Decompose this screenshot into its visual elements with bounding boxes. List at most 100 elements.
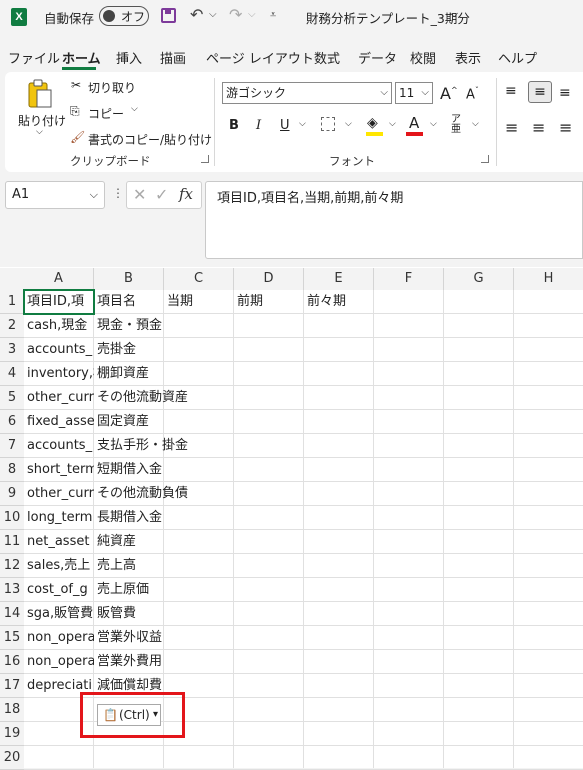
cell-a14[interactable]: sga,販管費 xyxy=(24,602,94,626)
cell-a5[interactable]: other_curr xyxy=(24,386,94,410)
phonetic-guide-icon[interactable]: ア亜 xyxy=(451,115,461,135)
undo-dropdown-icon[interactable]: ⌵ xyxy=(209,7,217,23)
font-size-combo[interactable]: 11 ⌵ xyxy=(395,82,433,104)
row-header[interactable]: 2 xyxy=(0,314,24,338)
cell-b6[interactable]: 固定資産 xyxy=(94,410,164,434)
row-header[interactable]: 12 xyxy=(0,554,24,578)
row-header[interactable]: 10 xyxy=(0,506,24,530)
cell-a7[interactable]: accounts_ xyxy=(24,434,94,458)
italic-button[interactable]: I xyxy=(256,118,261,133)
copy-button[interactable]: コピー xyxy=(88,105,124,122)
grow-font-icon[interactable]: A^ xyxy=(440,84,458,103)
cell-a4[interactable]: inventory,棚 xyxy=(24,362,94,386)
tab-home[interactable]: ホーム xyxy=(62,48,101,67)
column-header-a[interactable]: A xyxy=(24,268,94,290)
tab-review[interactable]: 校閲 xyxy=(410,48,436,67)
cell-a9[interactable]: other_curr xyxy=(24,482,94,506)
cell-c1[interactable]: 当期 xyxy=(164,290,234,314)
row-header[interactable]: 14 xyxy=(0,602,24,626)
column-header-g[interactable]: G xyxy=(444,268,514,290)
row-header[interactable]: 17 xyxy=(0,674,24,698)
tab-data[interactable]: データ xyxy=(358,48,397,67)
font-name-combo[interactable]: 游ゴシック ⌵ xyxy=(222,82,392,104)
cell-b3[interactable]: 売掛金 xyxy=(94,338,164,362)
paste-icon[interactable] xyxy=(27,79,53,109)
underline-button[interactable]: U xyxy=(280,118,290,133)
format-painter-icon[interactable]: 🖌 xyxy=(70,130,85,144)
cut-button[interactable]: 切り取り xyxy=(88,79,136,96)
cell-a1[interactable]: 項目ID,項 xyxy=(24,290,94,314)
cell-a16[interactable]: non_opera xyxy=(24,650,94,674)
cell-b7[interactable]: 支払手形・掛金 xyxy=(94,434,188,458)
cell-b15[interactable]: 営業外収益 xyxy=(94,626,164,650)
column-header-c[interactable]: C xyxy=(164,268,234,290)
shrink-font-icon[interactable]: Aˇ xyxy=(466,86,479,102)
cell-b11[interactable]: 純資産 xyxy=(94,530,164,554)
align-bottom-icon[interactable]: ≡ xyxy=(559,86,571,100)
cell-b10[interactable]: 長期借入金 xyxy=(94,506,164,530)
align-left-icon[interactable]: ≡ xyxy=(505,118,518,137)
cell-a15[interactable]: non_opera xyxy=(24,626,94,650)
enter-icon[interactable]: ✓ xyxy=(155,185,168,204)
cell-a13[interactable]: cost_of_g xyxy=(24,578,94,602)
formula-bar-grip-icon[interactable]: ⋮ xyxy=(112,186,124,200)
paste-dropdown-icon[interactable]: ⌵ xyxy=(36,127,43,137)
cell-a8[interactable]: short_term xyxy=(24,458,94,482)
cell-b5[interactable]: その他流動資産 xyxy=(94,386,188,410)
cell-a3[interactable]: accounts_ xyxy=(24,338,94,362)
row-header[interactable]: 8 xyxy=(0,458,24,482)
row-header[interactable]: 20 xyxy=(0,746,24,770)
row-header[interactable]: 13 xyxy=(0,578,24,602)
cell-b4[interactable]: 棚卸資産 xyxy=(94,362,164,386)
name-box[interactable]: A1 ⌵ xyxy=(5,181,105,209)
column-header-d[interactable]: D xyxy=(234,268,304,290)
cell-b14[interactable]: 販管費 xyxy=(94,602,164,626)
borders-icon[interactable] xyxy=(321,117,335,131)
column-header-b[interactable]: B xyxy=(94,268,164,290)
row-header[interactable]: 7 xyxy=(0,434,24,458)
cell-b1[interactable]: 項目名 xyxy=(94,290,164,314)
tab-page-layout[interactable]: ページ レイアウト xyxy=(206,48,314,67)
cell-e1[interactable]: 前々期 xyxy=(304,290,374,314)
clipboard-launcher-icon[interactable] xyxy=(201,155,209,163)
cell-a10[interactable]: long_term xyxy=(24,506,94,530)
autosave-toggle[interactable]: オフ xyxy=(99,6,149,26)
redo-dropdown-icon[interactable]: ⌵ xyxy=(248,7,256,23)
fill-color-dropdown-icon[interactable]: ⌵ xyxy=(389,119,396,129)
fill-color-icon[interactable]: ◈ xyxy=(367,115,378,131)
row-header[interactable]: 15 xyxy=(0,626,24,650)
row-header[interactable]: 3 xyxy=(0,338,24,362)
phonetic-dropdown-icon[interactable]: ⌵ xyxy=(472,119,479,129)
align-middle-icon[interactable]: ≡ xyxy=(528,81,552,103)
tab-insert[interactable]: 挿入 xyxy=(116,48,142,67)
row-header[interactable]: 18 xyxy=(0,698,24,722)
row-header[interactable]: 1 xyxy=(0,290,24,314)
cell-a11[interactable]: net_asset xyxy=(24,530,94,554)
tab-draw[interactable]: 描画 xyxy=(160,48,186,67)
copy-dropdown-icon[interactable]: ⌵ xyxy=(131,104,138,114)
row-header[interactable]: 11 xyxy=(0,530,24,554)
undo-icon[interactable]: ↶ xyxy=(190,7,203,23)
column-header-h[interactable]: H xyxy=(514,268,583,290)
title-chevron-icon[interactable]: ⌵ xyxy=(450,7,458,21)
cancel-icon[interactable]: ✕ xyxy=(133,185,146,204)
borders-dropdown-icon[interactable]: ⌵ xyxy=(345,119,352,129)
row-header[interactable]: 19 xyxy=(0,722,24,746)
file-title[interactable]: 財務分析テンプレート_3期分 xyxy=(306,8,470,27)
tab-formulas[interactable]: 数式 xyxy=(314,48,340,67)
font-launcher-icon[interactable] xyxy=(481,155,489,163)
cell-b16[interactable]: 営業外費用 xyxy=(94,650,164,674)
cell-a12[interactable]: sales,売上 xyxy=(24,554,94,578)
font-color-icon[interactable]: A xyxy=(409,114,419,132)
row-header[interactable]: 5 xyxy=(0,386,24,410)
cell-b8[interactable]: 短期借入金 xyxy=(94,458,164,482)
save-icon[interactable] xyxy=(161,8,176,23)
cell-b9[interactable]: その他流動負債 xyxy=(94,482,188,506)
align-top-icon[interactable]: ≡ xyxy=(505,84,517,98)
cell-a6[interactable]: fixed_asse xyxy=(24,410,94,434)
cell-a2[interactable]: cash,現金 xyxy=(24,314,94,338)
tab-help[interactable]: ヘルプ xyxy=(498,48,537,67)
align-center-icon[interactable]: ≡ xyxy=(532,118,545,137)
tab-view[interactable]: 表示 xyxy=(455,48,481,67)
column-header-e[interactable]: E xyxy=(304,268,374,290)
